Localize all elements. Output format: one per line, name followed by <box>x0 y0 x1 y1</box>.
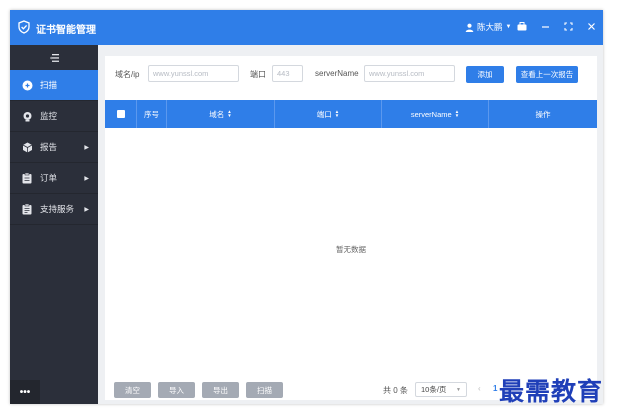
column-header-index: 序号 <box>137 100 167 128</box>
sidebar: 扫描 监控 报告 ▶ 订单 ▶ 支持服务 ▶ ••• <box>10 45 98 404</box>
scan-panel: 域名/ip 端口 serverName 添加 查看上一次报告 序号 域名 ▲▼ … <box>105 56 597 400</box>
column-header-actions: 操作 <box>489 100 597 128</box>
column-header-label: 端口 <box>316 109 332 119</box>
current-page[interactable]: 1 <box>493 384 497 393</box>
domain-label: 域名/ip <box>115 70 140 79</box>
chevron-right-icon: ▶ <box>84 206 89 213</box>
column-header-servername[interactable]: serverName ▲ ▼ <box>382 100 489 128</box>
column-header-label: 域名 <box>209 109 225 119</box>
close-icon[interactable] <box>585 20 597 32</box>
chevron-down-icon: ▼ <box>505 24 512 30</box>
prev-page-icon[interactable]: ‹ <box>478 384 481 393</box>
sidebar-item-report[interactable]: 报告 ▶ <box>10 132 98 163</box>
sidebar-item-monitor[interactable]: 监控 <box>10 101 98 132</box>
port-label: 端口 <box>250 70 266 79</box>
sidebar-item-support[interactable]: 支持服务 ▶ <box>10 194 98 225</box>
port-input[interactable] <box>272 65 303 82</box>
empty-state-text: 暂无数据 <box>336 245 366 254</box>
clear-button[interactable]: 清空 <box>114 382 151 398</box>
sidebar-item-scan[interactable]: 扫描 <box>10 70 98 101</box>
minimize-icon[interactable] <box>539 20 551 32</box>
chevron-down-icon: ▼ <box>456 386 461 393</box>
collapse-sidebar-button[interactable] <box>10 45 98 70</box>
select-all-checkbox[interactable] <box>116 110 125 118</box>
sort-icon[interactable]: ▲ ▼ <box>335 109 339 118</box>
column-header-port[interactable]: 端口 ▲ ▼ <box>275 100 382 128</box>
chevron-right-icon: ▶ <box>84 144 89 151</box>
domain-input[interactable] <box>148 65 239 82</box>
support-icon <box>20 203 34 215</box>
shield-check-icon <box>18 20 30 34</box>
maximize-icon[interactable] <box>562 20 574 32</box>
title-bar: 证书智能管理 陈大鹏 ▼ <box>10 10 603 45</box>
sort-icon[interactable]: ▲ ▼ <box>227 109 231 118</box>
sidebar-item-order[interactable]: 订单 ▶ <box>10 163 98 194</box>
sidebar-item-label: 监控 <box>40 111 58 121</box>
page-size-select[interactable]: 10条/页 ▼ <box>415 382 467 397</box>
view-last-report-button[interactable]: 查看上一次报告 <box>516 66 578 83</box>
app-title: 证书智能管理 <box>36 25 96 36</box>
monitor-icon <box>20 111 34 122</box>
sidebar-item-label: 扫描 <box>40 80 58 90</box>
export-button[interactable]: 导出 <box>202 382 239 398</box>
page-size-value: 10条/页 <box>421 385 447 394</box>
watermark-logo: 最需教育 <box>499 377 604 406</box>
import-button[interactable]: 导入 <box>158 382 195 398</box>
app-window: 证书智能管理 陈大鹏 ▼ 扫描 监控 报告 ▶ 订单 ▶ 支持服务 ▶ ••• … <box>10 10 603 404</box>
select-all-checkbox-cell[interactable] <box>105 100 137 128</box>
sidebar-item-label: 支持服务 <box>40 204 75 214</box>
column-header-label: 序号 <box>144 109 159 119</box>
user-menu[interactable]: 陈大鹏 ▼ <box>465 21 511 33</box>
sort-icon[interactable]: ▲ ▼ <box>455 109 459 118</box>
column-header-label: 操作 <box>535 109 551 119</box>
servername-label: serverName <box>315 69 359 78</box>
column-header-domain[interactable]: 域名 ▲ ▼ <box>167 100 275 128</box>
user-name: 陈大鹏 <box>477 22 503 32</box>
scan-button[interactable]: 扫描 <box>246 382 283 398</box>
user-icon <box>465 23 474 32</box>
table-header: 序号 域名 ▲ ▼ 端口 ▲ ▼ serverName ▲ ▼ 操作 <box>105 100 597 128</box>
briefcase-icon[interactable] <box>516 20 528 32</box>
servername-input[interactable] <box>364 65 455 82</box>
menu-fold-icon <box>49 53 59 62</box>
total-count: 共 0 条 <box>383 386 408 395</box>
sidebar-item-label: 订单 <box>40 173 58 183</box>
chevron-right-icon: ▶ <box>84 175 89 182</box>
add-button[interactable]: 添加 <box>466 66 504 83</box>
report-icon <box>20 142 34 153</box>
scan-icon <box>20 80 34 91</box>
order-icon <box>20 172 34 184</box>
sidebar-item-label: 报告 <box>40 142 58 152</box>
more-button[interactable]: ••• <box>10 380 40 404</box>
column-header-label: serverName <box>410 109 452 119</box>
